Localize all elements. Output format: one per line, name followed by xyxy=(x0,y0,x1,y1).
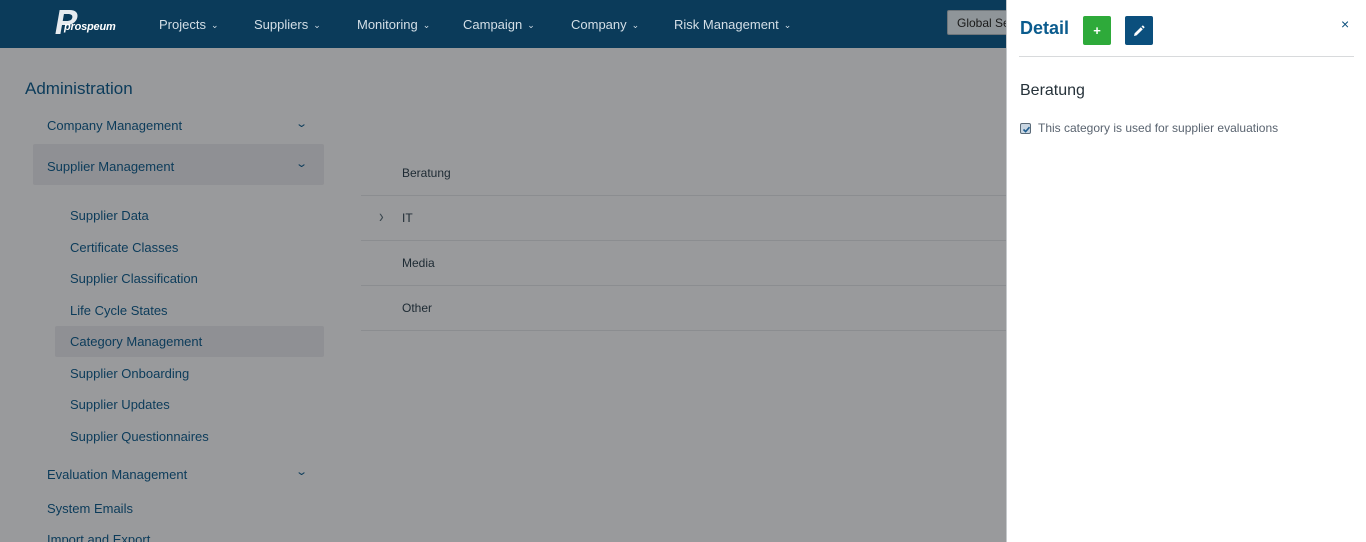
chevron-down-icon[interactable]: ⌄ xyxy=(295,465,308,478)
sidebar-group-supplier-management[interactable]: Supplier Management xyxy=(47,159,174,174)
sidebar-item-certificate-classes[interactable]: Certificate Classes xyxy=(70,240,178,255)
nav-company[interactable]: Company ⌄ xyxy=(571,0,639,48)
chevron-down-icon[interactable]: ⌄ xyxy=(295,157,308,170)
category-row-media[interactable]: Media xyxy=(361,241,1007,286)
checkmark-icon xyxy=(1022,126,1031,133)
category-label: Media xyxy=(402,256,435,270)
nav-label: Risk Management xyxy=(674,17,779,32)
edit-button[interactable] xyxy=(1125,16,1153,45)
sidebar-group-import-and-export[interactable]: Import and Export xyxy=(47,532,150,542)
detail-panel: Detail + × Beratung This category is use… xyxy=(1006,0,1366,542)
nav-monitoring[interactable]: Monitoring ⌄ xyxy=(357,0,430,48)
nav-suppliers[interactable]: Suppliers ⌄ xyxy=(254,0,321,48)
sidebar-item-category-management[interactable]: Category Management xyxy=(70,334,202,349)
supplier-evaluation-checkbox[interactable] xyxy=(1020,123,1031,134)
detail-title: Detail xyxy=(1020,18,1070,38)
category-label: Beratung xyxy=(402,166,451,180)
nav-label: Monitoring xyxy=(357,17,418,32)
add-button[interactable]: + xyxy=(1083,16,1111,45)
sidebar-item-supplier-updates[interactable]: Supplier Updates xyxy=(70,397,170,412)
chevron-down-icon: ⌄ xyxy=(631,20,640,30)
chevron-down-icon: ⌄ xyxy=(422,20,431,30)
nav-campaign[interactable]: Campaign ⌄ xyxy=(463,0,535,48)
nav-label: Campaign xyxy=(463,17,523,32)
nav-projects[interactable]: Projects ⌄ xyxy=(159,0,219,48)
sidebar-group-evaluation-management[interactable]: Evaluation Management xyxy=(47,467,187,482)
category-row-it[interactable]: › IT xyxy=(361,196,1007,241)
category-row-beratung[interactable]: Beratung xyxy=(361,151,1007,196)
chevron-down-icon[interactable]: ⌄ xyxy=(295,117,308,130)
category-name: Beratung xyxy=(1020,82,1085,99)
page-title: Administration xyxy=(25,79,133,98)
chevron-right-icon[interactable]: › xyxy=(379,206,384,227)
category-label: IT xyxy=(402,211,413,225)
close-icon[interactable]: × xyxy=(1341,16,1349,32)
chevron-down-icon: ⌄ xyxy=(783,20,792,30)
logo-text: prospeum xyxy=(64,21,116,33)
pencil-icon xyxy=(1134,25,1145,36)
sidebar-item-supplier-classification[interactable]: Supplier Classification xyxy=(70,271,198,286)
prospeum-logo[interactable]: prospeum xyxy=(54,8,116,38)
sidebar-group-company-management[interactable]: Company Management xyxy=(47,118,182,133)
divider xyxy=(1019,56,1354,57)
nav-risk-management[interactable]: Risk Management ⌄ xyxy=(674,0,791,48)
chevron-down-icon: ⌄ xyxy=(210,20,219,30)
category-row-other[interactable]: Other xyxy=(361,286,1007,331)
sidebar-item-life-cycle-states[interactable]: Life Cycle States xyxy=(70,303,168,318)
category-label: Other xyxy=(402,301,433,315)
nav-label: Projects xyxy=(159,17,206,32)
sidebar-group-system-emails[interactable]: System Emails xyxy=(47,501,133,516)
sidebar-item-supplier-data[interactable]: Supplier Data xyxy=(70,208,149,223)
nav-label: Company xyxy=(571,17,627,32)
sidebar-item-supplier-questionnaires[interactable]: Supplier Questionnaires xyxy=(70,429,209,444)
sidebar-item-supplier-onboarding[interactable]: Supplier Onboarding xyxy=(70,366,189,381)
checkbox-label: This category is used for supplier evalu… xyxy=(1038,121,1279,135)
chevron-down-icon: ⌄ xyxy=(313,20,321,30)
chevron-down-icon: ⌄ xyxy=(527,20,535,30)
nav-label: Suppliers xyxy=(254,17,309,32)
